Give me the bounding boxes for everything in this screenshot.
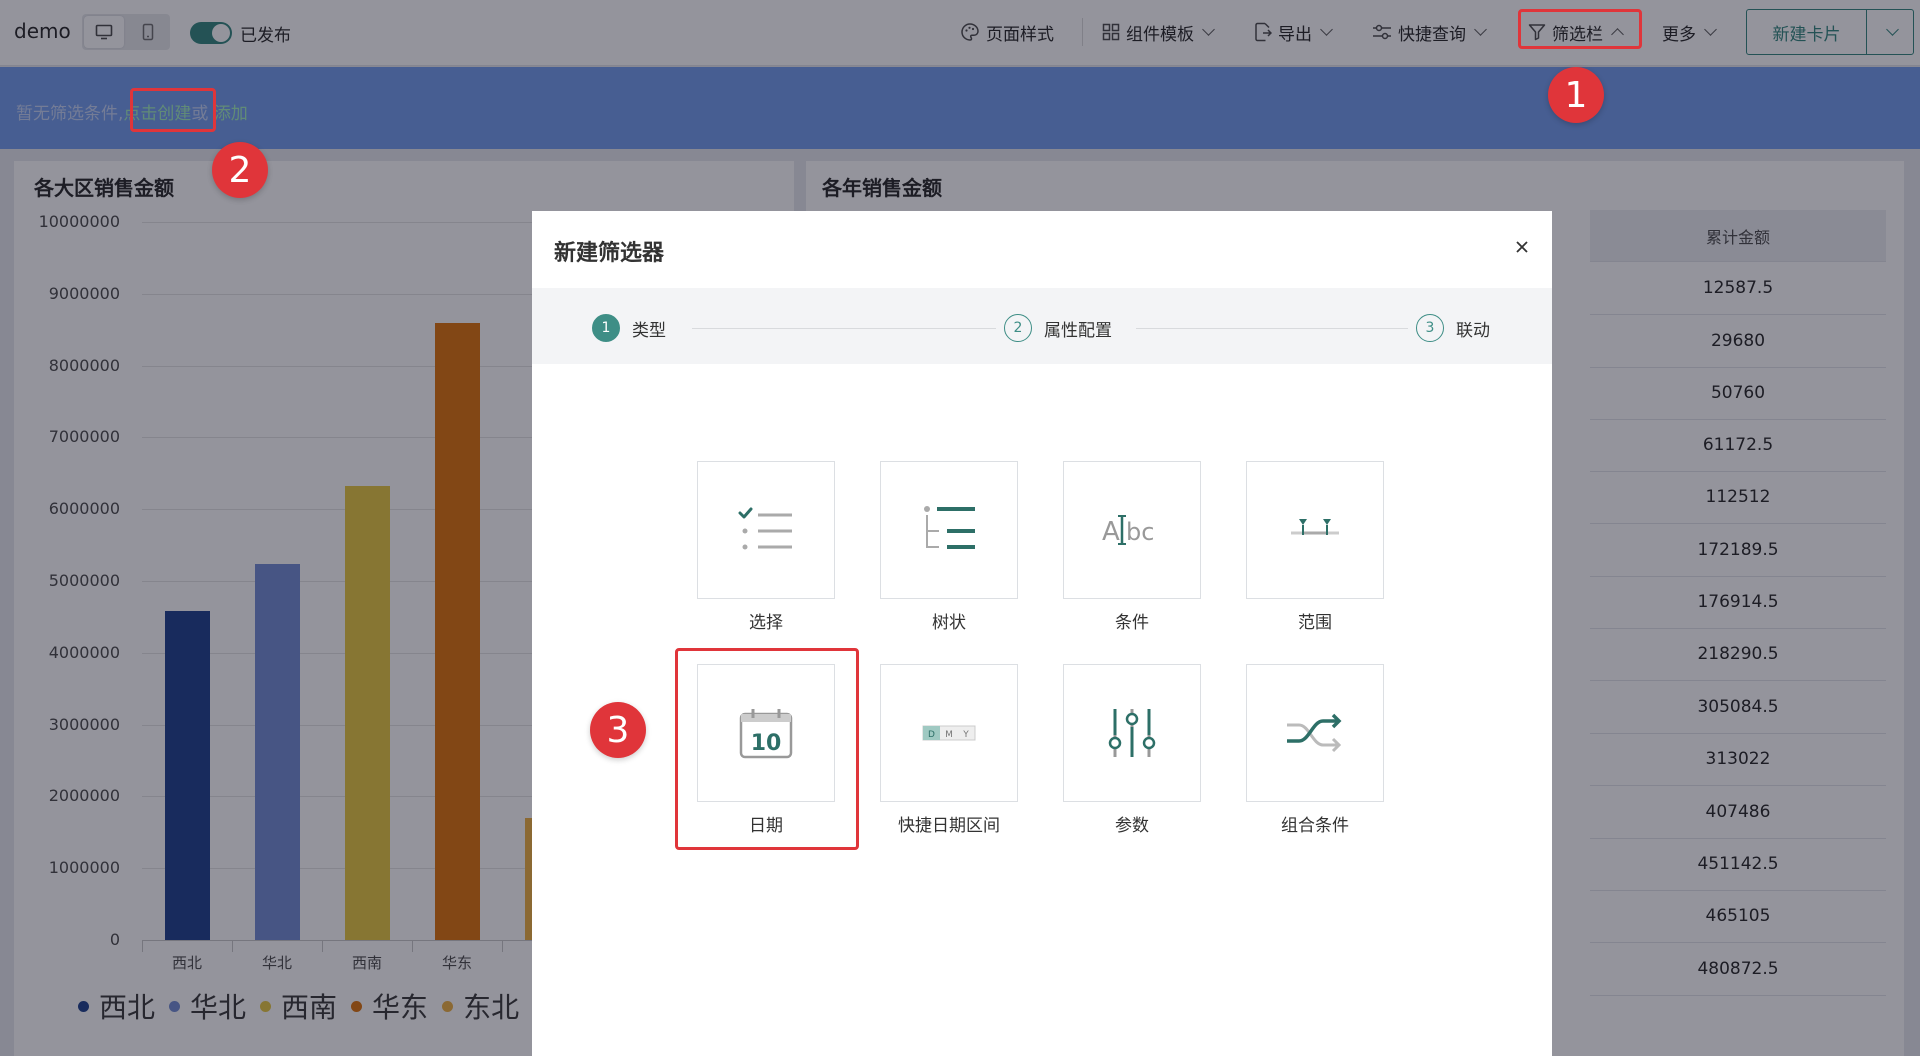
parameter-slider-icon [1108,709,1156,757]
combined-condition-icon [1287,713,1342,753]
tile-label: 树状 [932,613,966,633]
filter-type-combined-condition-tile[interactable] [1246,664,1384,802]
tile-label: 参数 [1115,816,1149,836]
tile-label: 组合条件 [1281,816,1349,836]
svg-text:A: A [1102,517,1120,547]
step-label: 类型 [632,320,666,341]
close-icon [1516,241,1528,253]
filter-type-quick-date-range-tile[interactable]: D M Y [880,664,1018,802]
highlight-date-tile [675,648,859,850]
text-condition-icon: A bc [1102,515,1154,547]
filter-type-condition-tile[interactable]: A bc [1063,461,1201,599]
range-year-label: Y [962,730,969,740]
highlight-filter-bar-button [1518,9,1642,49]
step-type: 1 类型 [592,314,666,342]
tile-label: 范围 [1298,613,1332,633]
close-button[interactable] [1506,231,1538,263]
quick-date-range-icon: D M Y [922,725,976,741]
step-connector [1136,328,1408,329]
annotation-badge: 1 [1548,67,1604,123]
filter-type-parameter-tile[interactable] [1063,664,1201,802]
new-filter-dialog: 新建筛选器 1 类型 2 属性配置 3 联动 选择 树状 A bc 条件 范围 … [532,211,1552,1056]
tile-label: 快捷日期区间 [898,816,1000,836]
annotation-badge: 2 [212,142,268,198]
select-list-icon [738,507,792,550]
step-label: 联动 [1456,320,1490,341]
step-number: 3 [1416,314,1444,342]
step-linkage: 3 联动 [1416,314,1490,342]
tile-label: 条件 [1115,613,1149,633]
annotation-badge: 3 [590,702,646,758]
dialog-title: 新建筛选器 [554,241,665,266]
tree-icon [924,506,975,549]
range-icon [1291,519,1339,535]
filter-type-tree-tile[interactable] [880,461,1018,599]
step-label: 属性配置 [1044,320,1112,341]
step-number: 1 [592,314,620,342]
range-day-label: D [928,730,935,740]
filter-type-select-tile[interactable] [697,461,835,599]
step-connector [692,328,996,329]
range-month-label: M [945,730,953,740]
wizard-steps: 1 类型 2 属性配置 3 联动 [532,288,1552,364]
filter-type-range-tile[interactable] [1246,461,1384,599]
svg-text:bc: bc [1126,518,1154,546]
step-number: 2 [1004,314,1032,342]
tile-label: 选择 [749,613,783,633]
step-attribute-config: 2 属性配置 [1004,314,1112,342]
highlight-create-link [130,88,216,132]
